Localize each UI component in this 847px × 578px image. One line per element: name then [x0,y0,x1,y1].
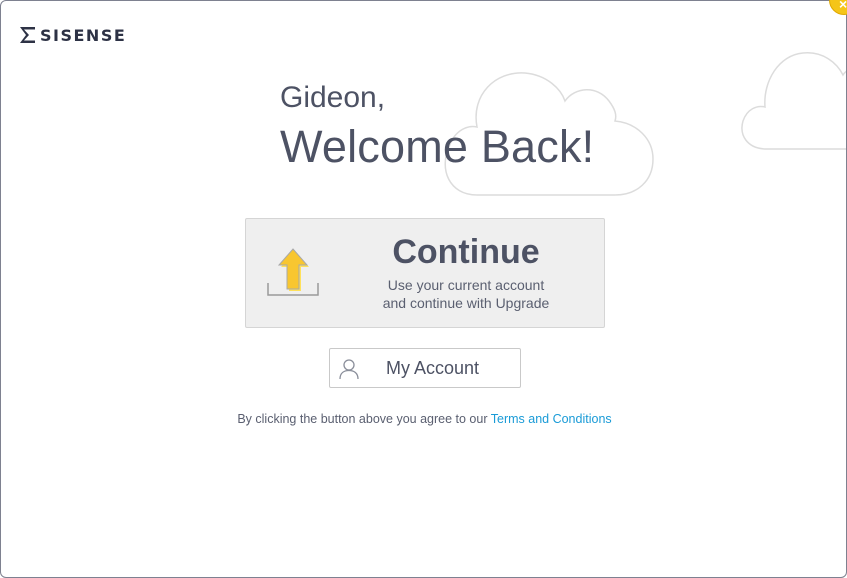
continue-subtitle-line: Use your current account [387,277,545,293]
greeting-name: Gideon, [280,81,386,114]
brand-name: SISENSE [40,25,127,45]
user-icon [339,359,359,380]
close-icon: × [839,0,847,12]
terms-notice: By clicking the button above you agree t… [1,412,846,426]
sisense-logo-icon [20,27,35,43]
my-account-button[interactable]: My Account [329,348,521,388]
my-account-label: My Account [386,358,480,378]
background-cloud-icon [741,52,846,150]
sisense-logo: SISENSE [19,25,126,45]
welcome-heading: Welcome Back! [280,121,595,172]
continue-subtitle-line: and continue with Upgrade [382,295,550,311]
terms-prefix: By clicking the button above you agree t… [237,412,488,426]
continue-subtitle: Use your current account and continue wi… [356,276,576,312]
continue-button[interactable]: Continue Use your current account and co… [245,218,605,328]
terms-link[interactable]: Terms and Conditions [491,412,612,426]
upload-arrow-icon [267,248,319,296]
continue-title: Continue [392,233,540,271]
upgrade-dialog: SISENSE Gideon, Welcome Back! Continue U… [0,0,847,578]
